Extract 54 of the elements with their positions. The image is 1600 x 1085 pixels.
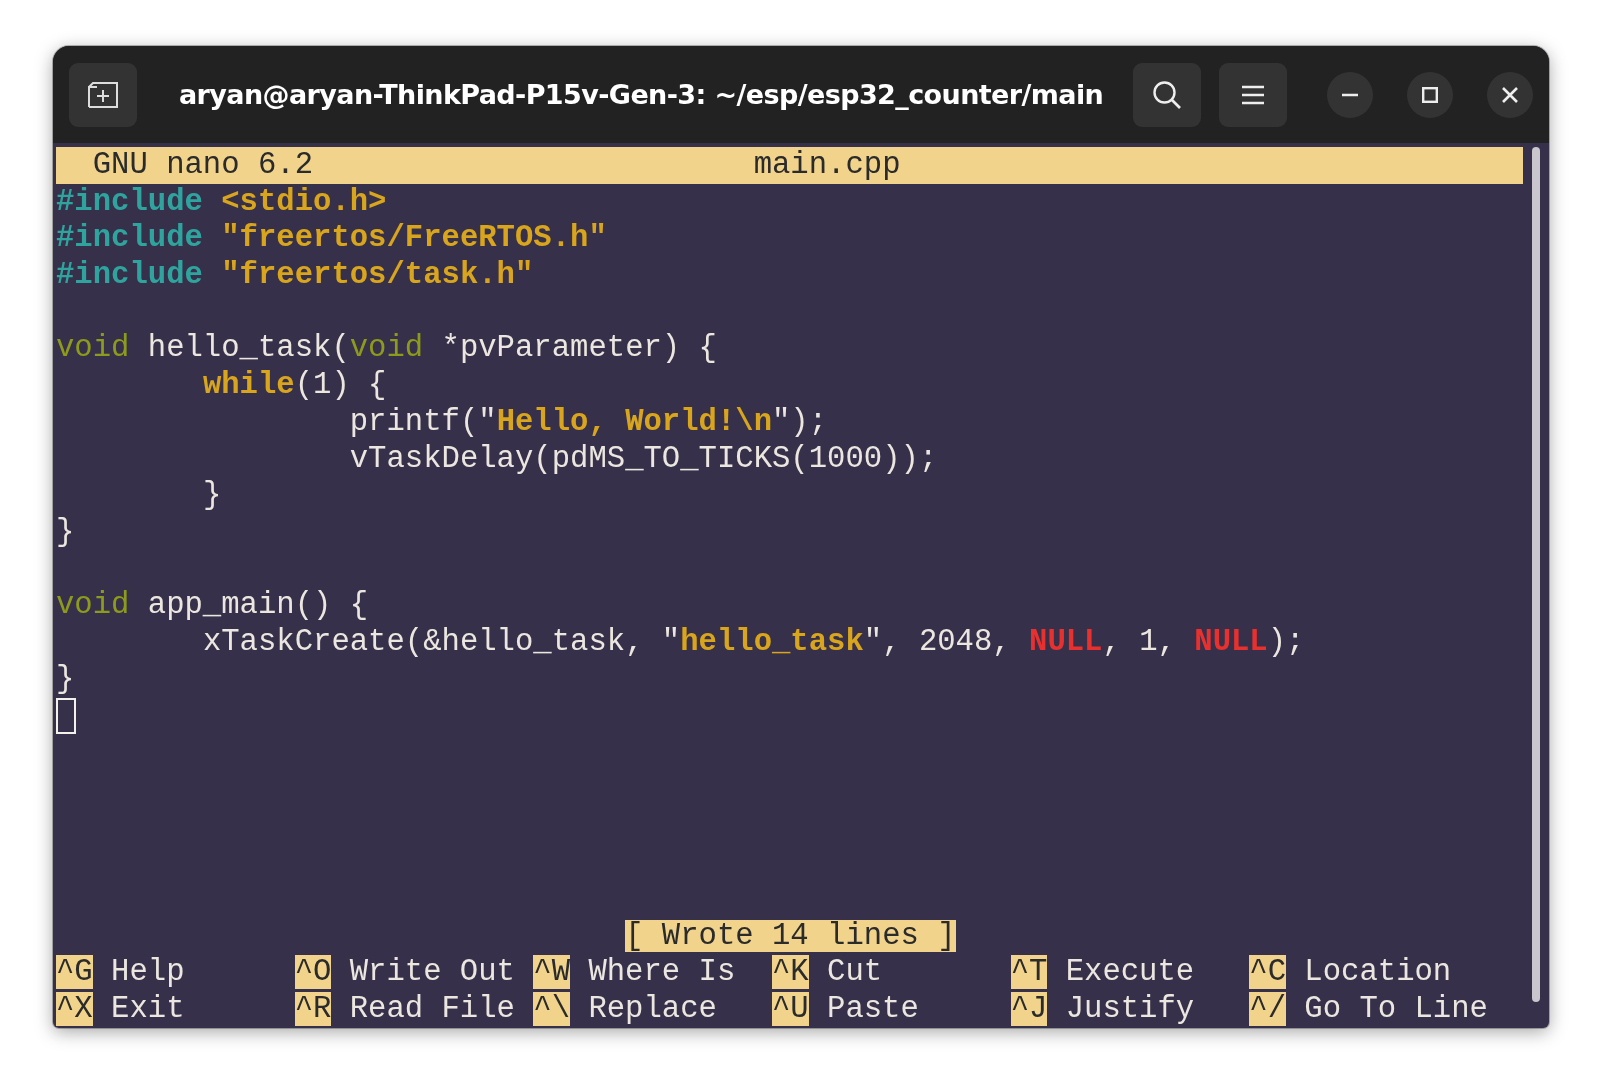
search-icon [1152, 79, 1182, 110]
shortcut-label: Location [1304, 955, 1452, 990]
text-cursor [56, 697, 76, 734]
code-line: #include "freertos/task.h" [56, 257, 534, 294]
minimize-icon [1342, 92, 1358, 97]
app-version: GNU nano 6.2 [92, 148, 313, 183]
scrollbar[interactable] [1532, 147, 1540, 1002]
shortcut-key: ^X [56, 992, 93, 1027]
shortcut-label: Read File [349, 992, 515, 1027]
status-message: [ Wrote 14 lines ] [625, 919, 956, 952]
shortcut-label: Go To Line [1304, 992, 1488, 1027]
code-line: } [56, 660, 75, 698]
code-line: void app_main() { [56, 587, 369, 624]
new-tab-button[interactable] [69, 62, 137, 127]
tab-plus-icon [87, 80, 119, 109]
shortcut-label: Where Is [588, 955, 736, 990]
maximize-button[interactable] [1407, 71, 1453, 118]
shortcut-key: ^\ [533, 992, 571, 1027]
shortcut-label: Help [111, 955, 185, 990]
shortcut-key: ^K [771, 955, 809, 990]
shortcut-key: ^O [294, 955, 332, 990]
code-line: vTaskDelay(pdMS_TO_TICKS(1000)); [348, 440, 938, 478]
shortcut-label: Execute [1065, 955, 1195, 990]
menu-button[interactable] [1219, 62, 1287, 127]
shortcut-key: ^G [56, 955, 93, 990]
shortcut-key: ^/ [1249, 992, 1286, 1027]
close-button[interactable] [1487, 71, 1533, 118]
shortcut-key: ^C [1249, 955, 1286, 990]
code-line: #include "freertos/FreeRTOS.h" [56, 220, 607, 258]
minimize-button[interactable] [1327, 71, 1373, 118]
code-line: } [56, 513, 75, 551]
shortcut-label: Justify [1065, 992, 1195, 1027]
shortcut-label: Write Out [349, 955, 515, 990]
code-line: printf("Hello, World!\n"); [348, 403, 828, 441]
shortcut-key: ^W [533, 955, 571, 990]
shortcut-label: Replace [588, 992, 717, 1027]
search-button[interactable] [1133, 62, 1201, 127]
shortcut-label: Paste [827, 992, 919, 1027]
window-title: aryan@aryan-ThinkPad-P15v-Gen-3: ~/esp/esp32_counter/main [178, 79, 1105, 110]
code-line: #include <stdio.h> [56, 183, 387, 221]
shortcut-label: Exit [111, 992, 185, 1027]
shortcut-key: ^R [294, 992, 332, 1027]
file-name: main.cpp [753, 148, 901, 183]
menu-icon [1241, 84, 1265, 105]
shortcut-key: ^J [1010, 992, 1048, 1027]
shortcut-key: ^T [1010, 955, 1048, 990]
code-line: } [201, 477, 222, 514]
code-line: xTaskCreate(&hello_task, "hello_task", 2048, NULL, 1, NULL); [201, 623, 1305, 661]
shortcut-key: ^U [771, 992, 809, 1027]
code-line: while(1) { [201, 367, 387, 404]
close-icon [1501, 85, 1519, 104]
shortcut-label: Cut [827, 955, 883, 990]
code-line: void hello_task(void *pvParameter) { [56, 330, 717, 368]
maximize-icon [1422, 86, 1438, 103]
